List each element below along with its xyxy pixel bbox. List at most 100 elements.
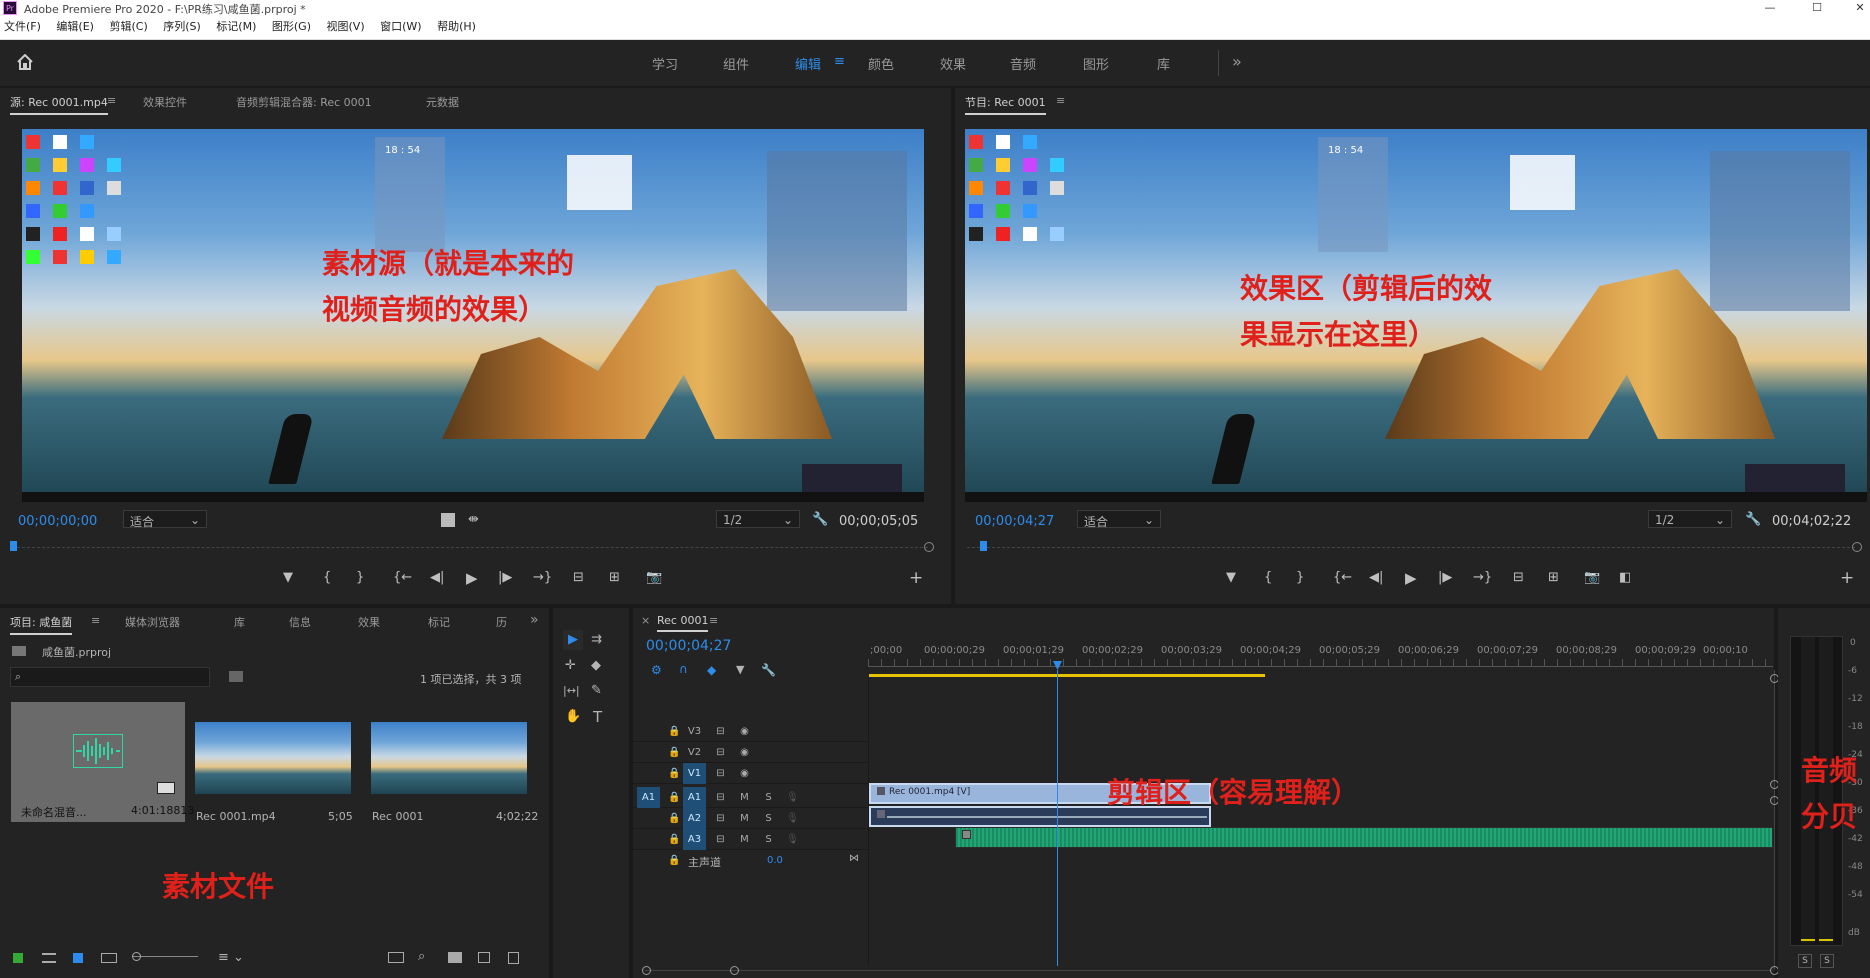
hand-tool[interactable]: ✋ [565,709,581,724]
mic-icon[interactable]: 🎙 [781,829,804,850]
horizontal-scrollbar[interactable] [645,970,1770,971]
freeform-view-icon[interactable] [101,953,117,963]
program-go-in-button[interactable]: {← [1333,570,1352,585]
wrench-icon[interactable]: 🔧 [812,512,828,527]
zoom-slider-handle[interactable] [132,952,141,961]
snap-icon[interactable]: ∩ [679,662,688,676]
program-step-fwd-button[interactable]: |▶ [1438,570,1452,585]
tab-source-menu[interactable]: ≡ [107,94,116,107]
program-timecode[interactable]: 00;00;04;27 [975,514,1054,529]
tab-markers[interactable]: 标记 [428,614,450,630]
new-item-icon[interactable] [478,952,490,963]
maximize-button[interactable]: ☐ [1797,0,1837,16]
menu-clip[interactable]: 剪辑(C) [109,16,147,38]
timeline-close-button[interactable]: × [641,614,650,627]
workspace-overflow-button[interactable]: » [1232,52,1242,71]
program-play-button[interactable]: ▶ [1405,569,1417,587]
source-step-fwd-button[interactable]: |▶ [498,570,512,585]
linked-selection-icon[interactable]: ◆ [707,663,716,677]
workspace-assembly[interactable]: 组件 [723,54,749,73]
workspace-editing[interactable]: 编辑 [795,54,821,73]
sync-lock-icon[interactable]: ⊟ [709,829,732,850]
master-volume[interactable]: 0.0 [767,855,783,866]
source-step-back-button[interactable]: ◀| [430,570,444,585]
sync-lock-icon[interactable]: ⊟ [709,721,732,742]
sort-icon[interactable]: ≡ ⌄ [218,950,244,965]
tab-effects[interactable]: 效果 [358,614,380,630]
source-marker-button[interactable]: ▼ [283,570,293,585]
source-go-in-button[interactable]: {← [393,570,412,585]
source-overwrite-button[interactable]: ⊞ [609,570,620,585]
lock-icon[interactable] [13,953,23,963]
source-out-button[interactable]: } [356,570,364,585]
program-wrench-icon[interactable]: 🔧 [1745,512,1761,527]
source-go-out-button[interactable]: →} [533,570,552,585]
track-select-tool[interactable]: ⇉ [591,632,602,647]
timeline-settings-icon[interactable]: 🔧 [761,663,776,677]
mute-button[interactable]: M [733,808,756,829]
menu-graphics[interactable]: 图形(G) [272,16,311,38]
horizontal-scroll-handle-right[interactable] [730,966,739,975]
source-timecode[interactable]: 00;00;00;00 [18,514,97,529]
track-label[interactable]: V1 [683,763,706,784]
tab-libraries[interactable]: 库 [234,614,245,630]
source-insert-button[interactable]: ⊟ [573,570,584,585]
eye-icon[interactable]: ◉ [733,742,756,763]
workspace-learning[interactable]: 学习 [652,54,678,73]
tab-metadata[interactable]: 元数据 [426,94,459,110]
list-view-icon[interactable] [42,953,56,963]
tab-sequence-menu[interactable]: ≡ [709,614,718,627]
razor-tool[interactable]: ◆ [591,658,601,673]
home-icon[interactable] [16,54,34,70]
zoom-slider[interactable] [132,956,198,957]
sync-lock-icon[interactable]: ⊟ [709,808,732,829]
program-resolution-dropdown[interactable]: 1/2 ⌄ [1648,510,1732,528]
source-settings-icon[interactable] [441,513,455,527]
trash-icon[interactable] [508,952,519,964]
track-label[interactable]: V3 [683,721,706,742]
source-patch-a1[interactable]: A1 [637,787,660,808]
menu-window[interactable]: 窗口(W) [380,16,421,38]
add-marker-icon[interactable]: ▼ [736,663,744,676]
program-fit-dropdown[interactable]: 适合 ⌄ [1077,510,1161,529]
menu-help[interactable]: 帮助(H) [437,16,476,38]
tab-project[interactable]: 项目: 咸鱼菌 [10,614,73,635]
tab-source[interactable]: 源: Rec 0001.mp4 [10,94,108,115]
program-in-button[interactable]: { [1264,570,1272,585]
program-extract-button[interactable]: ⊞ [1548,570,1559,585]
solo-left-button[interactable]: S [1798,954,1812,968]
project-item-thumbnail[interactable] [195,722,351,794]
master-collapse-icon[interactable]: ⋈ [849,853,859,864]
project-search-input[interactable]: ⌕ [10,667,210,687]
solo-button[interactable]: S [757,808,780,829]
new-search-bin-icon[interactable] [229,671,243,682]
program-playhead[interactable] [980,541,987,551]
tab-program-menu[interactable]: ≡ [1056,94,1065,107]
tab-effect-controls[interactable]: 效果控件 [143,94,187,110]
sync-lock-icon[interactable]: ⊟ [709,787,732,808]
program-go-out-button[interactable]: →} [1473,570,1492,585]
source-in-button[interactable]: { [323,570,331,585]
track-label[interactable]: V2 [683,742,706,763]
program-add-button[interactable]: + [1840,568,1854,588]
tab-project-menu[interactable]: ≡ [91,614,100,627]
source-playhead[interactable] [10,541,17,551]
tab-media-browser[interactable]: 媒体浏览器 [125,614,180,630]
workspace-audio[interactable]: 音频 [1010,54,1036,73]
type-tool[interactable]: T [593,708,602,726]
track-label[interactable]: A2 [683,808,706,829]
ripple-edit-tool[interactable]: ✛ [565,658,576,673]
project-item-audio[interactable]: 未命名混音... 4:01:18813 [11,702,194,822]
lock-icon[interactable]: 🔒 [663,850,686,871]
solo-button[interactable]: S [757,829,780,850]
mic-icon[interactable]: 🎙 [781,808,804,829]
program-scrubber[interactable] [967,547,1855,548]
sync-lock-icon[interactable]: ⊟ [709,742,732,763]
tab-program[interactable]: 节目: Rec 0001 [965,94,1046,115]
source-drag-icon[interactable]: ⇼ [468,512,479,527]
workspace-effects[interactable]: 效果 [940,54,966,73]
program-lift-button[interactable]: ⊟ [1513,570,1524,585]
source-add-button[interactable]: + [909,568,923,588]
timeline-timecode[interactable]: 00;00;04;27 [646,638,731,654]
track-label[interactable]: A1 [683,787,706,808]
